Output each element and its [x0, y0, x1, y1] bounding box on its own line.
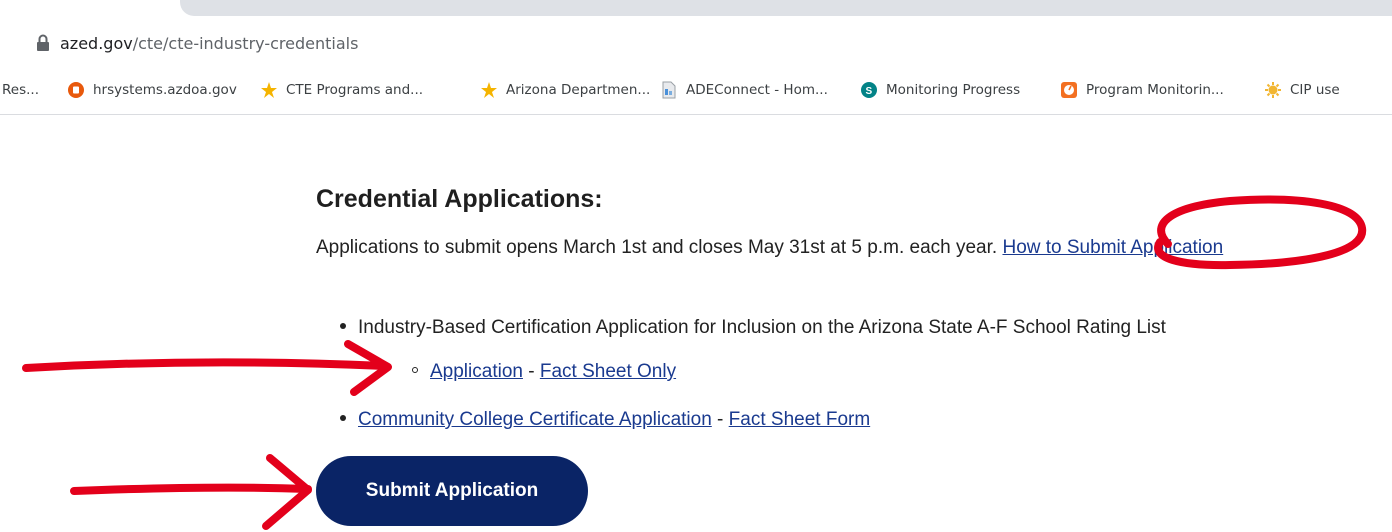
bookmark-item-cip[interactable]: CIP use: [1264, 80, 1340, 100]
bookmark-item-cte-programs[interactable]: CTE Programs and...: [260, 80, 423, 100]
circle-bullet-icon: [412, 366, 418, 373]
bookmark-item-monitoring-progress[interactable]: S Monitoring Progress: [860, 80, 1020, 100]
bookmark-item-adeconnect[interactable]: ADEConnect - Hom...: [660, 80, 828, 100]
bookmark-label: Res...: [2, 82, 39, 98]
community-college-application-link[interactable]: Community College Certificate Applicatio…: [358, 409, 712, 430]
intro-text: Applications to submit opens March 1st a…: [316, 237, 1003, 258]
page-title: Credential Applications:: [316, 185, 603, 213]
svg-text:S: S: [866, 86, 873, 97]
bullet-icon: [340, 322, 346, 329]
url-text[interactable]: azed.gov/cte/cte-industry-credentials: [60, 34, 358, 53]
fact-sheet-form-link[interactable]: Fact Sheet Form: [729, 409, 871, 430]
bookmark-item-program-monitoring[interactable]: Program Monitorin...: [1060, 80, 1224, 100]
industry-text: Industry-Based Certification Application…: [358, 317, 1166, 338]
tab-bar: [180, 0, 1392, 16]
list-item-industry: Industry-Based Certification Application…: [340, 317, 1166, 339]
bookmark-label: ADEConnect - Hom...: [686, 82, 828, 98]
bookmark-label: Program Monitorin...: [1086, 82, 1224, 98]
bookmark-item-hrsystems[interactable]: hrsystems.azdoa.gov: [67, 80, 237, 100]
yellow-star-icon: [481, 82, 497, 98]
application-link[interactable]: Application: [430, 361, 523, 382]
fact-sheet-only-link[interactable]: Fact Sheet Only: [540, 361, 676, 382]
separator: -: [522, 361, 540, 382]
how-to-submit-link[interactable]: How to Submit Application: [1002, 237, 1223, 258]
lock-icon: [37, 34, 49, 51]
orange-circle-icon: [68, 82, 84, 98]
bookmarks-bar: Res... hrsystems.azdoa.gov CTE Programs …: [0, 66, 1392, 115]
bookmark-item-res[interactable]: Res...: [2, 80, 39, 100]
separator: -: [711, 409, 729, 430]
bookmark-label: hrsystems.azdoa.gov: [93, 82, 237, 98]
bookmark-label: Arizona Departmen...: [506, 82, 651, 98]
bookmark-label: Monitoring Progress: [886, 82, 1021, 98]
yellow-star-icon: [261, 82, 277, 98]
tab-strip: [0, 0, 1392, 24]
orange-clock-icon: [1061, 82, 1077, 98]
bookmark-label: CTE Programs and...: [286, 82, 424, 98]
document-icon: [662, 81, 676, 99]
list-item-community-college: Community College Certificate Applicatio…: [340, 409, 870, 431]
address-bar[interactable]: azed.gov/cte/cte-industry-credentials: [0, 24, 1392, 66]
url-path: /cte/cte-industry-credentials: [132, 34, 359, 53]
bookmark-label: CIP use: [1290, 82, 1340, 98]
sharepoint-icon: S: [861, 82, 877, 98]
page-content: Credential Applications: Applications to…: [0, 115, 1392, 532]
gear-sun-icon: [1265, 82, 1281, 98]
intro-paragraph: Applications to submit opens March 1st a…: [316, 231, 1356, 265]
url-host: azed.gov: [60, 34, 133, 53]
sublist-item-industry-links: Application - Fact Sheet Only: [412, 361, 676, 383]
submit-application-button[interactable]: Submit Application: [316, 456, 588, 526]
bookmark-item-arizona-dept[interactable]: Arizona Departmen...: [480, 80, 650, 100]
bullet-icon: [340, 414, 346, 421]
